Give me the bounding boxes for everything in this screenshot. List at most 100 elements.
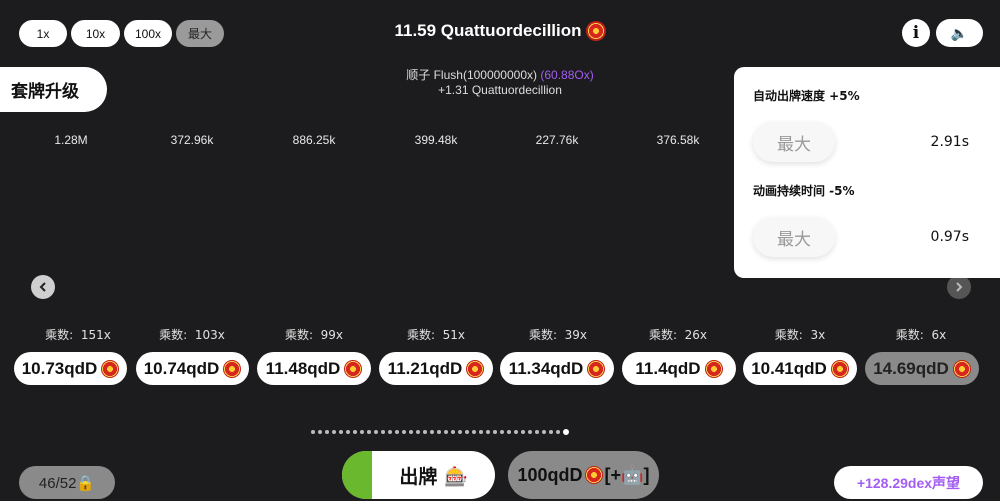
pagination-dot[interactable] — [465, 430, 469, 434]
play-progress-fill — [342, 451, 372, 499]
pagination-dot[interactable] — [353, 430, 357, 434]
chip-icon — [584, 466, 603, 484]
chevron-right-icon — [956, 282, 963, 292]
deck-upgrade-button[interactable]: 套牌升级 — [0, 67, 107, 112]
pagination-dot[interactable] — [318, 430, 322, 434]
pagination-dot[interactable] — [479, 430, 483, 434]
hand-info: 顺子 Flush(100000000x) (60.88Ox) — [300, 66, 700, 83]
pagination-dot[interactable] — [563, 429, 569, 435]
auto-speed-max-button[interactable]: 最大 — [753, 122, 835, 162]
pagination-dot[interactable] — [381, 430, 385, 434]
pagination-dot[interactable] — [374, 430, 378, 434]
speed-100x-button[interactable]: 100x — [124, 20, 172, 47]
speaker-icon: 🔈 — [950, 24, 969, 41]
card-value-pill[interactable]: 11.21qdD — [379, 352, 493, 385]
pagination-dot[interactable] — [521, 430, 525, 434]
chip-icon — [101, 359, 120, 378]
pagination-dot[interactable] — [549, 430, 553, 434]
pagination-dot[interactable] — [311, 430, 315, 434]
carousel-next-button[interactable] — [947, 275, 971, 299]
column-multiplier: 乘数: 51x — [406, 328, 466, 342]
auto-play-upgrade-button[interactable]: 100qdD [+🤖] — [508, 451, 659, 499]
pagination-dot[interactable] — [500, 430, 504, 434]
animation-duration-value: 0.97s — [930, 229, 969, 245]
speed-10x-button[interactable]: 10x — [71, 20, 120, 47]
pagination-dot[interactable] — [444, 430, 448, 434]
card-value-pill[interactable]: 11.34qdD — [500, 352, 614, 385]
pagination-dot[interactable] — [416, 430, 420, 434]
card-value-pill[interactable]: 10.41qdD — [743, 352, 857, 385]
auto-speed-value: 2.91s — [930, 134, 969, 150]
column-multiplier: 乘数: 3x — [774, 328, 826, 342]
pagination-dot[interactable] — [409, 430, 413, 434]
pagination-dot[interactable] — [346, 430, 350, 434]
chip-icon — [344, 359, 363, 378]
chip-icon — [830, 359, 849, 378]
deck-count-badge: 46/52🔒 — [19, 466, 115, 499]
column-stat: 399.48k — [414, 133, 458, 147]
chip-icon — [704, 359, 723, 378]
column-stat: 227.76k — [535, 133, 579, 147]
column-stat: 372.96k — [170, 133, 214, 147]
pagination-dot[interactable] — [451, 430, 455, 434]
column-multiplier: 乘数: 103x — [159, 328, 225, 342]
column-multiplier: 乘数: 39x — [528, 328, 588, 342]
column-multiplier: 乘数: 99x — [284, 328, 344, 342]
column-stat: 886.25k — [292, 133, 336, 147]
play-button[interactable]: 出牌 🎰 — [342, 451, 495, 499]
column-multiplier: 乘数: 6x — [895, 328, 947, 342]
reputation-button[interactable]: +128.29dex声望 — [834, 466, 983, 499]
settings-panel: 自动出牌速度 +5% 最大 2.91s 动画持续时间 -5% 最大 0.97s — [734, 67, 1000, 278]
pagination-dot[interactable] — [388, 430, 392, 434]
pagination-dot[interactable] — [402, 430, 406, 434]
hand-name: 顺子 Flush(100000000x) — [406, 68, 538, 82]
speed-max-button[interactable]: 最大 — [176, 20, 224, 47]
column-stat: 376.58k — [656, 133, 700, 147]
pagination-dot[interactable] — [339, 430, 343, 434]
pagination-dot[interactable] — [423, 430, 427, 434]
card-value-pill[interactable]: 10.74qdD — [136, 352, 249, 385]
column-multiplier: 乘数: 151x — [45, 328, 111, 342]
pagination-dot[interactable] — [430, 430, 434, 434]
speed-1x-button[interactable]: 1x — [19, 20, 67, 47]
pagination-dot[interactable] — [514, 430, 518, 434]
chip-icon — [223, 359, 242, 378]
score-value: 11.59 Quattuordecillion — [394, 21, 582, 40]
chip-icon — [587, 359, 606, 378]
chip-icon — [952, 359, 971, 378]
pagination-dot[interactable] — [472, 430, 476, 434]
pagination-dot[interactable] — [332, 430, 336, 434]
column-multiplier: 乘数: 26x — [648, 328, 708, 342]
chevron-left-icon — [39, 282, 46, 292]
pagination-dot[interactable] — [556, 430, 560, 434]
card-value-pill[interactable]: 14.69qdD — [865, 352, 979, 385]
pagination-dot[interactable] — [493, 430, 497, 434]
pagination-dot[interactable] — [437, 430, 441, 434]
animation-duration-label: 动画持续时间 -5% — [753, 184, 855, 198]
hand-gain: +1.31 Quattuordecillion — [438, 83, 562, 97]
chip-icon — [466, 359, 485, 378]
pagination-dot[interactable] — [486, 430, 490, 434]
pagination-dot[interactable] — [325, 430, 329, 434]
pagination-dot[interactable] — [542, 430, 546, 434]
info-button[interactable]: i — [902, 19, 930, 47]
pagination-dot[interactable] — [528, 430, 532, 434]
card-value-pill[interactable]: 10.73qdD — [14, 352, 127, 385]
pagination-dot[interactable] — [360, 430, 364, 434]
play-label: 出牌 🎰 — [399, 465, 468, 488]
score-display: 11.59 Quattuordecillion — [300, 18, 700, 44]
sound-button[interactable]: 🔈 — [936, 19, 983, 47]
auto-speed-label: 自动出牌速度 +5% — [753, 89, 860, 103]
pagination-dot[interactable] — [535, 430, 539, 434]
card-value-pill[interactable]: 11.48qdD — [257, 352, 371, 385]
pagination-dots — [311, 428, 569, 436]
animation-duration-max-button[interactable]: 最大 — [753, 217, 835, 257]
pagination-dot[interactable] — [507, 430, 511, 434]
card-value-pill[interactable]: 11.4qdD — [622, 352, 736, 385]
column-stat: 1.28M — [54, 133, 88, 147]
pagination-dot[interactable] — [395, 430, 399, 434]
chip-icon — [585, 21, 606, 41]
pagination-dot[interactable] — [458, 430, 462, 434]
carousel-prev-button[interactable] — [31, 275, 55, 299]
pagination-dot[interactable] — [367, 430, 371, 434]
